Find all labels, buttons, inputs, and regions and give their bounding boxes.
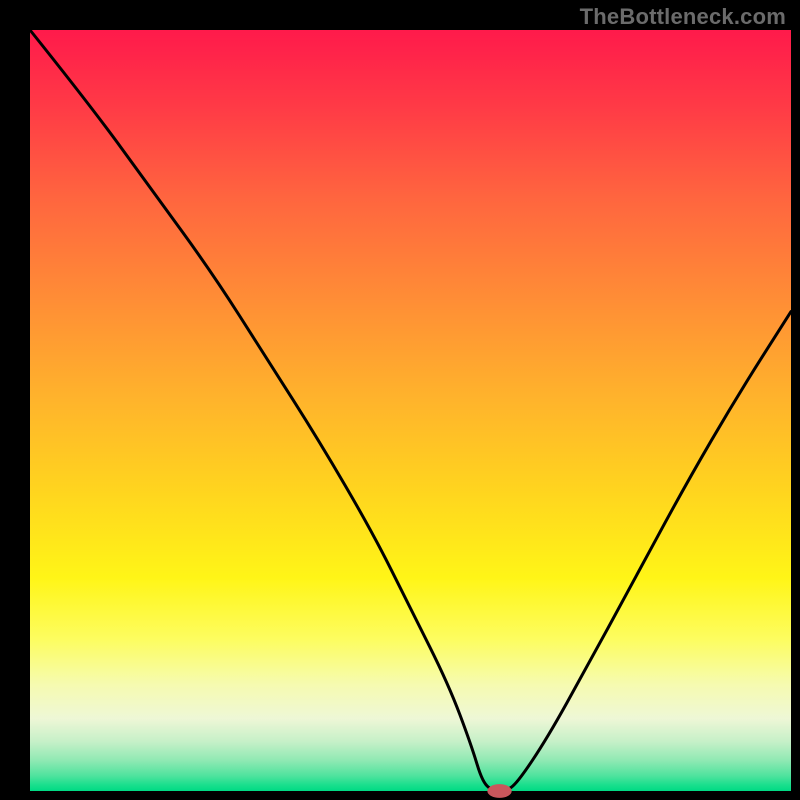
watermark-label: TheBottleneck.com: [580, 4, 786, 30]
bottleneck-chart: [0, 0, 800, 800]
chart-frame: TheBottleneck.com: [0, 0, 800, 800]
plot-area: [30, 30, 791, 791]
optimal-marker: [487, 784, 511, 798]
